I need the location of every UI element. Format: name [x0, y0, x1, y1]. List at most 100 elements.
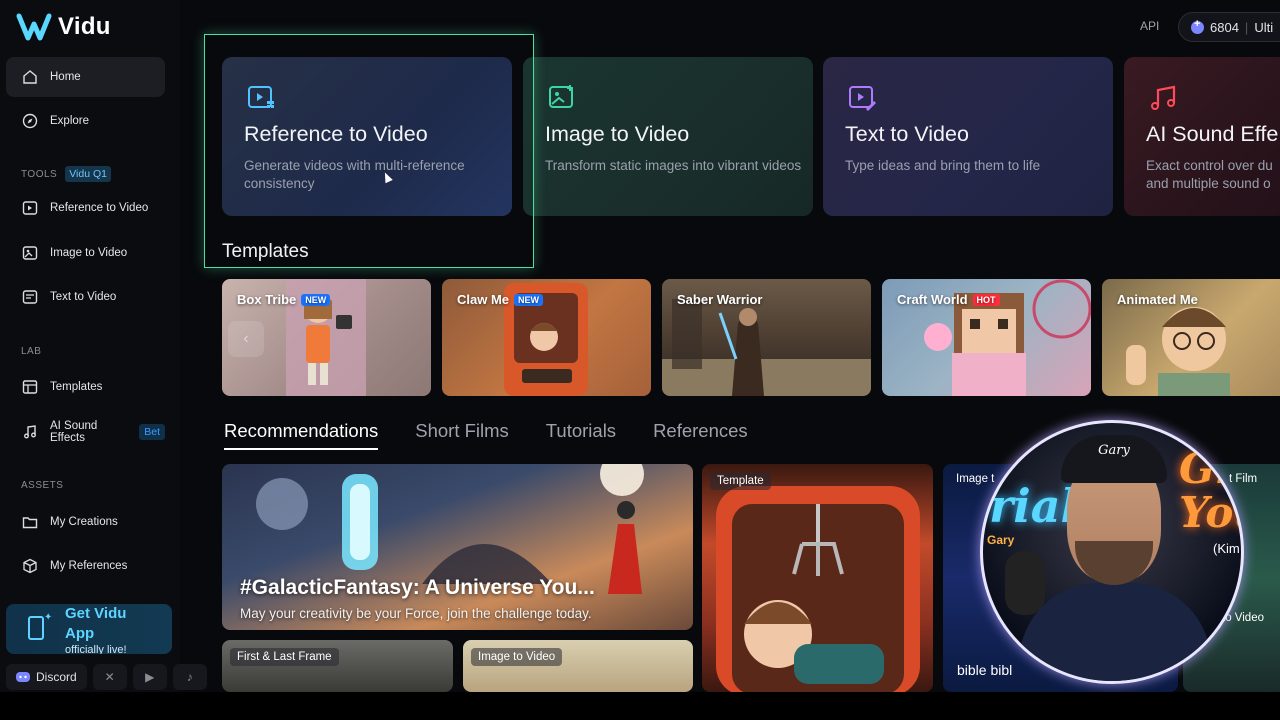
- new-badge: NEW: [301, 293, 331, 306]
- image-video-icon: [22, 246, 38, 260]
- tab-references[interactable]: References: [653, 420, 748, 450]
- section-label-lab: LAB: [21, 346, 42, 357]
- sidebar-item-label: Home: [50, 71, 81, 83]
- video-thumbnail[interactable]: Image to Video: [463, 640, 693, 692]
- section-label-assets: ASSETS: [21, 480, 64, 491]
- sidebar-item-reference-to-video[interactable]: Reference to Video: [6, 188, 165, 228]
- sidebar-item-ai-sound-effects[interactable]: AI Sound Effects Bet: [6, 412, 165, 452]
- sidebar-item-home[interactable]: Home: [6, 57, 165, 97]
- music-note-icon: [1151, 85, 1176, 110]
- template-card[interactable]: Claw Me NEW: [442, 279, 651, 396]
- sidebar-item-label: Text to Video: [50, 291, 117, 303]
- sidebar-item-label: Templates: [50, 381, 103, 393]
- tool-card-reference-to-video[interactable]: Reference to Video Generate videos with …: [222, 57, 512, 216]
- templates-heading: Templates: [222, 241, 309, 262]
- credits-value: 6804: [1210, 19, 1239, 35]
- sidebar-item-label: Explore: [50, 115, 89, 127]
- featured-title: #GalacticFantasy: A Universe You...: [240, 576, 595, 599]
- hot-badge: HOT: [972, 293, 1000, 306]
- featured-subtitle: May your creativity be your Force, join …: [240, 606, 592, 621]
- tab-short-films[interactable]: Short Films: [415, 420, 509, 450]
- sidebar: Vidu Home Explore TOOLS Vidu Q1 Referenc…: [0, 0, 207, 692]
- templates-icon: [22, 380, 38, 394]
- tool-card-image-to-video[interactable]: Image to Video Transform static images i…: [523, 57, 813, 216]
- template-label: Box Tribe NEW: [237, 292, 331, 307]
- category-chip: Image to Video: [471, 648, 563, 666]
- home-icon: [23, 70, 37, 84]
- sidebar-item-label: Image to Video: [50, 247, 128, 259]
- sidebar-item-label: Reference to Video: [50, 202, 149, 214]
- tool-card-title: Text to Video: [845, 122, 969, 146]
- category-chip: Template: [710, 472, 771, 490]
- vidu-logo-icon: [16, 13, 52, 41]
- app-promo-subtitle: officially live!: [65, 644, 127, 654]
- neon-sign-left: rial: [989, 479, 1078, 533]
- tool-card-desc: Type ideas and bring them to life: [845, 158, 1041, 173]
- content-tabs: Recommendations Short Films Tutorials Re…: [224, 420, 748, 450]
- chevron-left-icon[interactable]: ‹: [228, 321, 264, 357]
- template-label: Craft World HOT: [897, 292, 1000, 307]
- music-note-icon: [24, 425, 36, 439]
- text-video-icon: [22, 290, 38, 304]
- api-link[interactable]: API: [1140, 19, 1159, 33]
- sidebar-item-text-to-video[interactable]: Text to Video: [6, 277, 165, 317]
- beta-badge: Bet: [139, 424, 165, 440]
- tiktok-icon[interactable]: ♪: [172, 664, 207, 690]
- new-badge: NEW: [514, 293, 544, 306]
- webcam-overlay: rial Gr You Gary Gary (Kim: [980, 420, 1244, 684]
- neon-sign-right: Gr You: [1179, 444, 1241, 537]
- sidebar-item-templates[interactable]: Templates: [6, 367, 165, 407]
- sidebar-item-image-to-video[interactable]: Image to Video: [6, 233, 165, 273]
- tool-card-desc: Exact control over du and multiple sound…: [1146, 158, 1273, 191]
- phone-icon: [28, 616, 44, 640]
- compass-icon: [22, 113, 38, 129]
- x-icon[interactable]: ✕: [92, 664, 127, 690]
- social-links: Discord ✕ ▶ ♪: [6, 664, 207, 690]
- template-card[interactable]: Animated Me: [1102, 279, 1280, 396]
- youtube-icon[interactable]: ▶: [132, 664, 167, 690]
- tool-card-title: AI Sound Effe: [1146, 122, 1279, 146]
- tool-card-desc: Generate videos with multi-reference con…: [244, 158, 465, 191]
- credits-pill[interactable]: 6804 | Ulti: [1178, 12, 1280, 42]
- tool-card-ai-sound-effects[interactable]: AI Sound Effe Exact control over du and …: [1124, 57, 1280, 216]
- section-label-tools: TOOLS Vidu Q1: [21, 166, 111, 182]
- sidebar-item-my-references[interactable]: My References: [6, 546, 165, 586]
- template-card[interactable]: Saber Warrior: [662, 279, 871, 396]
- tool-card-title: Reference to Video: [244, 122, 428, 146]
- discord-button[interactable]: Discord: [6, 664, 87, 690]
- category-chip: First & Last Frame: [230, 648, 339, 666]
- sidebar-item-label: AI Sound Effects: [50, 420, 98, 444]
- brand-logo[interactable]: Vidu: [16, 12, 111, 42]
- bottom-letterbox: [0, 692, 1280, 720]
- presenter-cap: Gary: [1061, 435, 1167, 483]
- presenter-body: [1019, 583, 1211, 681]
- video-thumbnail[interactable]: Template: [702, 464, 933, 692]
- cap-text: Gary: [1098, 443, 1130, 458]
- tool-card-text-to-video[interactable]: Text to Video Type ideas and bring them …: [823, 57, 1113, 216]
- neon-tag: Gary: [987, 533, 1015, 547]
- featured-challenge-card[interactable]: #GalacticFantasy: A Universe You... May …: [222, 464, 693, 630]
- template-label: Animated Me: [1117, 292, 1198, 307]
- image-video-icon: [549, 85, 573, 108]
- brand-name: Vidu: [58, 13, 111, 40]
- tab-recommendations[interactable]: Recommendations: [224, 420, 379, 450]
- video-thumbnail[interactable]: First & Last Frame: [222, 640, 453, 692]
- microphone-icon: [1005, 551, 1045, 615]
- app-promo-title: Get Vidu App: [65, 605, 127, 642]
- credits-icon: [1191, 18, 1204, 34]
- tool-card-desc: Transform static images into vibrant vid…: [545, 158, 802, 173]
- get-app-banner[interactable]: ✦ Get Vidu App officially live!: [6, 604, 172, 654]
- presenter-beard: [1075, 541, 1153, 585]
- tab-tutorials[interactable]: Tutorials: [546, 420, 616, 450]
- cube-icon: [23, 558, 37, 574]
- template-card[interactable]: Craft World HOT: [882, 279, 1091, 396]
- template-label: Saber Warrior: [677, 292, 763, 307]
- plan-label: Ulti: [1254, 19, 1274, 35]
- video-caption: bible bibl: [957, 662, 1013, 678]
- folder-icon: [22, 517, 38, 529]
- sidebar-item-my-creations[interactable]: My Creations: [6, 502, 165, 542]
- model-badge[interactable]: Vidu Q1: [65, 166, 111, 182]
- template-label: Claw Me NEW: [457, 292, 544, 307]
- discord-icon: [16, 672, 30, 682]
- sidebar-item-explore[interactable]: Explore: [6, 101, 165, 141]
